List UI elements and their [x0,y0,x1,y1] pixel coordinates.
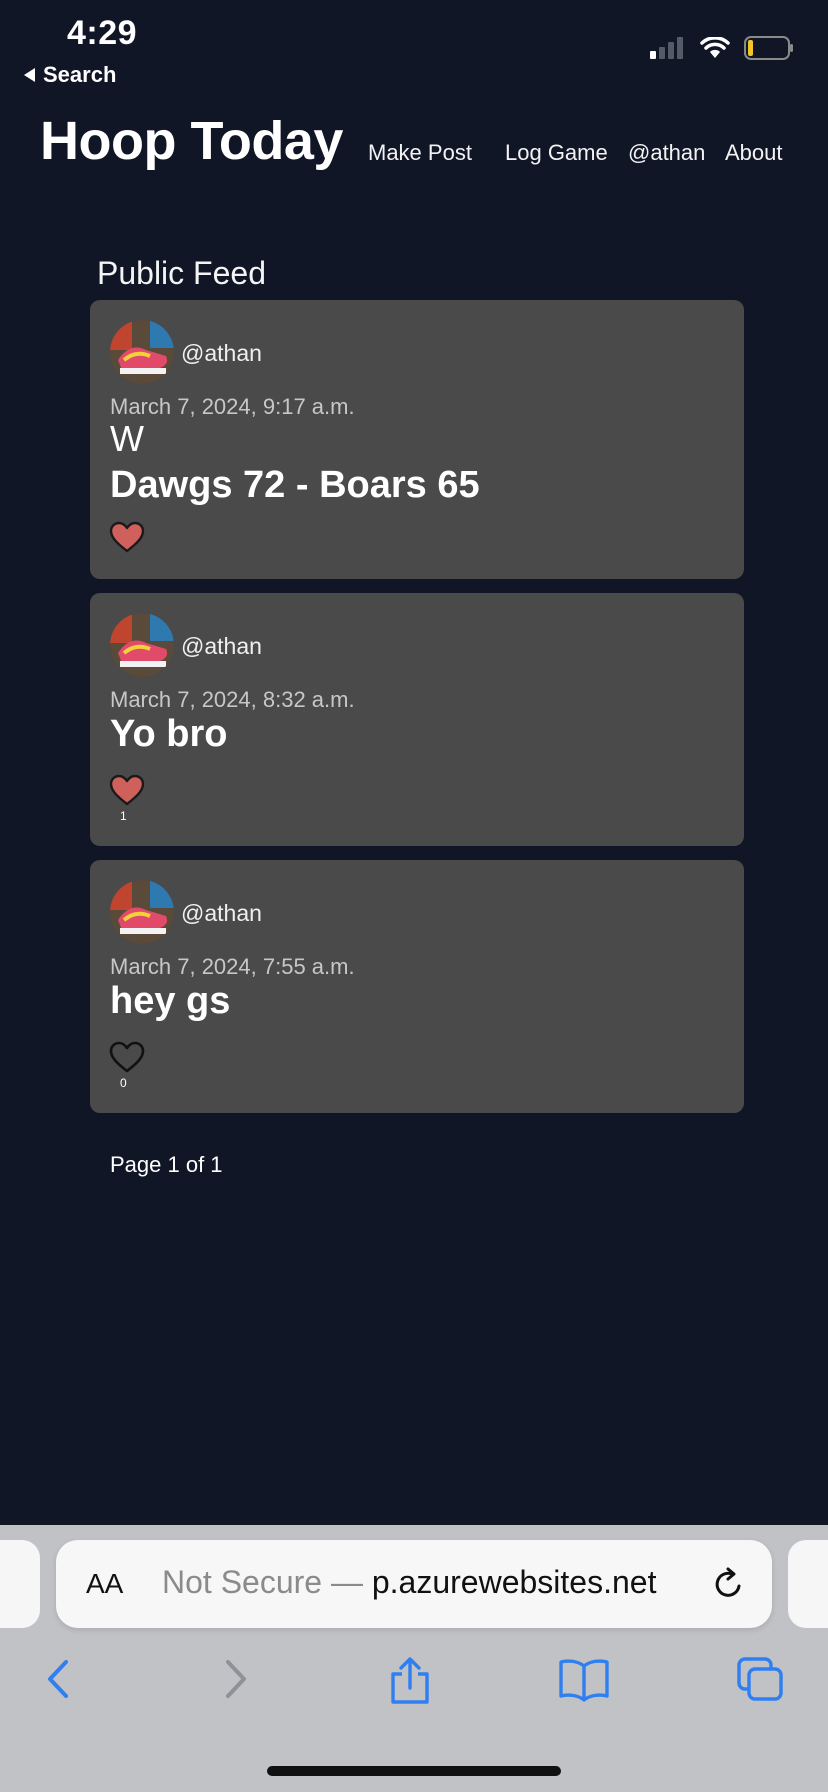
post-body: hey gs [110,980,231,1022]
status-icons [650,36,794,60]
share-icon[interactable] [387,1656,433,1706]
nav-about[interactable]: About [725,140,783,166]
security-label: Not Secure — [162,1564,372,1600]
avatar[interactable] [110,613,174,677]
address-bar[interactable]: AA Not Secure — p.azurewebsites.net [56,1540,772,1628]
reload-icon[interactable] [712,1566,746,1602]
text-size-button[interactable]: AA [86,1568,123,1600]
heart-icon[interactable] [108,773,146,807]
post-title: W [110,418,144,459]
avatar[interactable] [110,880,174,944]
nav-profile[interactable]: @athan [628,140,705,166]
status-time: 4:29 [67,14,138,52]
back-triangle-icon [24,68,35,82]
nav-log-game[interactable]: Log Game [505,140,608,166]
post-body: Yo bro [110,713,228,755]
bookmarks-icon[interactable] [558,1656,610,1702]
previous-tab-peek[interactable] [0,1540,40,1628]
wifi-icon [700,37,730,58]
post-card: @athan March 7, 2024, 8:32 a.m. Yo bro 1 [90,593,744,846]
like-count: 1 [120,809,127,823]
pagination-label: Page 1 of 1 [110,1152,223,1177]
heart-icon[interactable] [108,520,146,554]
post-username[interactable]: @athan [181,900,262,927]
like-count: 0 [120,1076,127,1090]
post-username[interactable]: @athan [181,633,262,660]
post-date: March 7, 2024, 7:55 a.m. [110,954,355,979]
heart-outline-icon[interactable] [108,1040,146,1074]
avatar[interactable] [110,320,174,384]
post-username[interactable]: @athan [181,340,262,367]
post-date: March 7, 2024, 9:17 a.m. [110,394,355,419]
site-title[interactable]: Hoop Today [40,110,343,172]
url-host: p.azurewebsites.net [371,1564,657,1600]
tabs-icon[interactable] [736,1656,784,1702]
feed-title: Public Feed [97,255,266,291]
back-chevron-icon[interactable] [40,1656,76,1702]
back-label: Search [43,62,117,87]
post-card: @athan March 7, 2024, 7:55 a.m. hey gs 0 [90,860,744,1113]
url-display[interactable]: Not Secure — p.azurewebsites.net [162,1564,656,1601]
forward-chevron-icon[interactable] [218,1656,254,1702]
post-card: @athan March 7, 2024, 9:17 a.m. W Dawgs … [90,300,744,579]
next-tab-peek[interactable] [788,1540,828,1628]
home-indicator [267,1766,561,1776]
cellular-signal-icon [650,37,683,59]
post-date: March 7, 2024, 8:32 a.m. [110,687,355,712]
back-to-search-button[interactable]: Search [24,62,116,88]
text-size-label: AA [86,1568,124,1599]
post-body: Dawgs 72 - Boars 65 [110,464,480,506]
battery-icon [744,36,793,60]
nav-make-post[interactable]: Make Post [368,140,472,166]
